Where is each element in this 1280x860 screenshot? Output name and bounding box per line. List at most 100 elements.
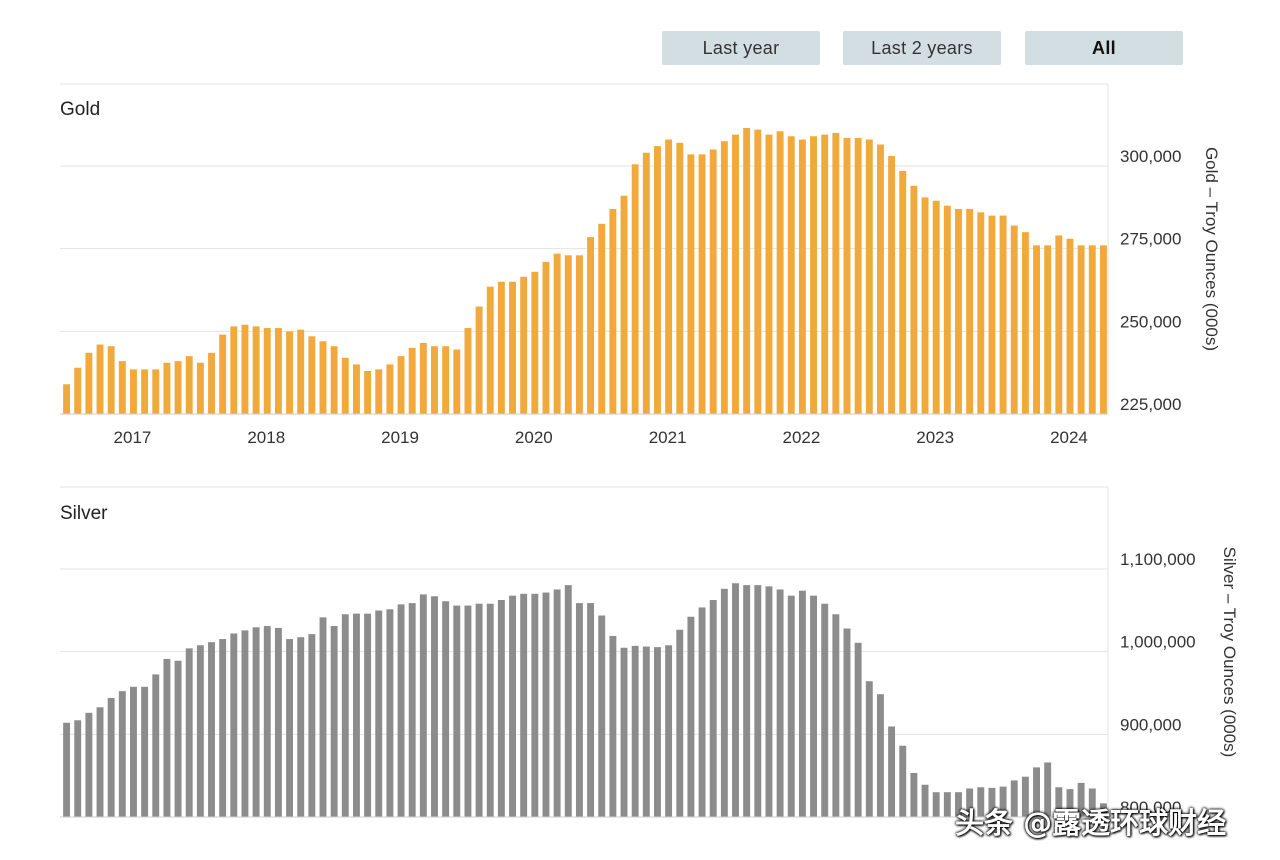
silver-y-tick-labels: 800,000900,0001,000,0001,100,000 xyxy=(1120,550,1196,817)
gold-bar xyxy=(107,346,115,414)
silver-bar xyxy=(118,691,126,817)
gold-x-tick-label: 2021 xyxy=(649,428,687,447)
gold-y-tick-label: 250,000 xyxy=(1120,312,1181,331)
silver-bar xyxy=(263,626,271,817)
gold-bar xyxy=(743,127,751,414)
gold-bar xyxy=(397,356,405,414)
silver-bar xyxy=(642,646,650,817)
gold-chart-title: Gold xyxy=(60,99,100,120)
gold-bar xyxy=(754,129,762,414)
silver-bar xyxy=(442,601,450,817)
gold-bar xyxy=(96,344,104,414)
silver-bar xyxy=(174,660,182,817)
silver-bar xyxy=(575,603,583,817)
gold-bar xyxy=(141,369,149,414)
silver-bar xyxy=(754,585,762,817)
gold-bar xyxy=(966,208,974,414)
silver-chart-title: Silver xyxy=(60,503,108,524)
silver-bar xyxy=(386,609,394,817)
silver-bar xyxy=(698,607,706,817)
gold-bar xyxy=(431,346,438,414)
gold-bar xyxy=(609,208,617,414)
silver-bar xyxy=(843,628,851,817)
silver-y-axis-label: Silver – Troy Ounces (000s) xyxy=(1220,547,1239,758)
silver-bar xyxy=(431,596,438,817)
silver-bar xyxy=(899,745,907,817)
gold-bar xyxy=(832,132,840,414)
silver-bar xyxy=(352,613,360,817)
gold-x-tick-label: 2020 xyxy=(515,428,553,447)
gold-x-tick-labels: 2017 2018 2019 2020 2021 2022 2023 2024 xyxy=(114,428,1088,447)
silver-bar xyxy=(509,595,516,817)
silver-bar xyxy=(208,642,215,817)
silver-bar xyxy=(330,626,338,817)
gold-bar xyxy=(1044,245,1052,414)
silver-bar xyxy=(609,635,617,817)
gold-bar xyxy=(810,136,818,415)
silver-bar xyxy=(854,642,862,817)
gold-bar xyxy=(185,356,193,414)
silver-bar xyxy=(308,634,316,817)
silver-bar xyxy=(553,589,561,817)
silver-bar xyxy=(297,637,305,817)
gold-bar xyxy=(821,134,829,414)
silver-bar xyxy=(787,595,795,817)
silver-bar xyxy=(219,639,227,817)
gold-x-tick-label: 2022 xyxy=(782,428,820,447)
gold-bar xyxy=(732,134,739,414)
gold-bar xyxy=(85,352,93,414)
silver-bar xyxy=(587,603,595,817)
gold-bar xyxy=(687,154,695,414)
gold-bar xyxy=(74,367,82,414)
silver-bar xyxy=(230,633,238,817)
silver-bar xyxy=(709,600,717,817)
gold-bar xyxy=(932,200,940,414)
gold-bar xyxy=(453,349,461,414)
gold-bar xyxy=(163,362,171,414)
gold-bar xyxy=(1088,245,1096,414)
silver-bar xyxy=(564,585,572,817)
gold-bar xyxy=(442,346,450,414)
gold-bar xyxy=(408,347,416,414)
silver-bar xyxy=(408,603,416,817)
silver-bar xyxy=(163,658,171,817)
silver-bar xyxy=(486,603,494,817)
silver-bar xyxy=(107,697,115,817)
gold-bar xyxy=(720,141,728,414)
gold-bar xyxy=(352,364,360,414)
silver-bar xyxy=(152,674,160,817)
silver-bar xyxy=(364,613,372,817)
silver-bar xyxy=(475,603,483,817)
silver-bar xyxy=(921,784,929,817)
silver-bar xyxy=(665,645,673,817)
silver-bar xyxy=(821,603,829,817)
gold-bar xyxy=(564,255,572,414)
gold-bar xyxy=(1021,232,1029,414)
gold-bar xyxy=(888,156,896,414)
gold-bar xyxy=(319,341,327,414)
silver-bar xyxy=(319,617,327,817)
silver-bar xyxy=(497,600,505,817)
silver-bar xyxy=(620,647,628,817)
silver-bar xyxy=(687,616,695,817)
gold-bar xyxy=(999,215,1007,414)
silver-bar xyxy=(63,722,71,817)
gold-y-tick-label: 300,000 xyxy=(1120,147,1181,166)
gold-bar xyxy=(709,149,717,414)
gold-bar xyxy=(230,326,238,414)
watermark-text: 头条 @露透环球财经 xyxy=(955,806,1227,840)
gold-bar xyxy=(274,328,282,414)
gold-bar xyxy=(955,208,962,414)
gold-bar xyxy=(910,185,918,414)
gold-bar xyxy=(341,357,349,414)
silver-bar xyxy=(876,694,884,817)
gold-x-tick-label: 2018 xyxy=(247,428,285,447)
gold-bars xyxy=(63,127,1107,415)
silver-bar xyxy=(274,627,282,817)
silver-bar xyxy=(531,593,539,817)
gold-bar xyxy=(386,364,394,414)
silver-bar xyxy=(631,645,639,817)
silver-bar xyxy=(241,630,249,817)
gold-bar xyxy=(553,253,561,414)
silver-y-tick-label: 1,000,000 xyxy=(1120,633,1196,652)
